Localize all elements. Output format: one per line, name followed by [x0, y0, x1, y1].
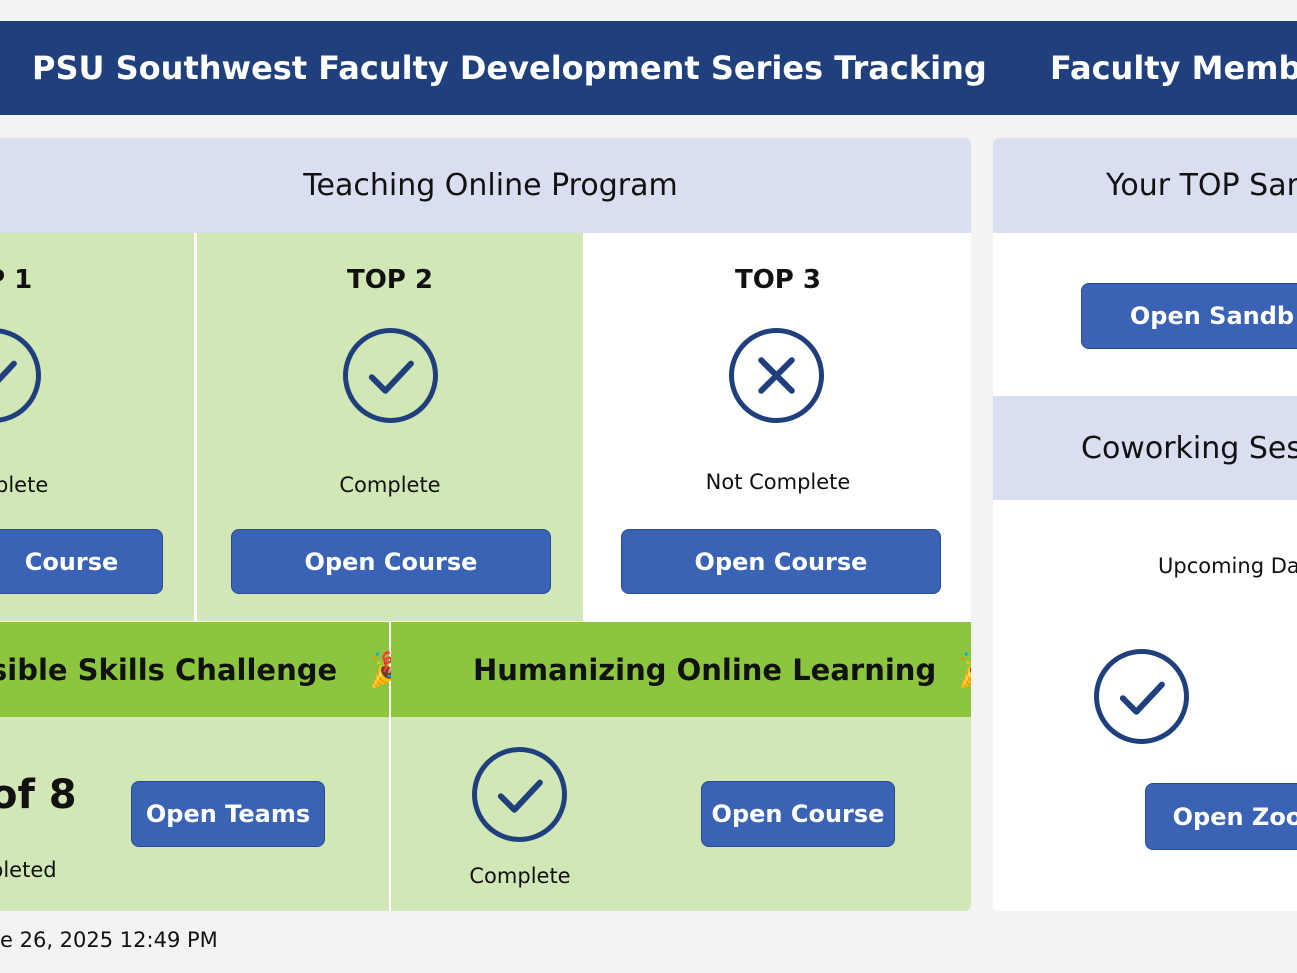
- accessible-skills-card: of 8 bleted Open Teams: [0, 717, 389, 911]
- top3-label: TOP 3: [734, 265, 822, 295]
- humanizing-open-course-button[interactable]: Open Course: [701, 781, 895, 847]
- top3-card: TOP 3 Not Complete Open Course: [585, 233, 971, 621]
- check-circle-icon: [472, 747, 567, 842]
- party-popper-icon: 🎉: [958, 650, 971, 690]
- humanizing-heading: Humanizing Online Learning 🎉: [391, 622, 971, 717]
- sandbox-heading: Your TOP San: [993, 138, 1297, 233]
- challenge-count: of 8: [0, 772, 77, 818]
- check-circle-icon: [0, 328, 41, 423]
- top-program-heading: Teaching Online Program: [0, 138, 971, 233]
- top2-status: Complete: [339, 473, 441, 497]
- last-updated-timestamp: e 26, 2025 12:49 PM: [0, 928, 218, 952]
- top2-label: TOP 2: [346, 265, 434, 295]
- header-bar: PSU Southwest Faculty Development Series…: [0, 21, 1297, 115]
- coworking-heading: Coworking Sess: [993, 396, 1297, 500]
- check-circle-icon: [343, 328, 438, 423]
- faculty-member-title: Faculty Membe: [1050, 49, 1297, 87]
- top1-label: P 1: [0, 265, 33, 295]
- open-sandbox-button[interactable]: Open Sandb: [1081, 283, 1297, 349]
- open-teams-button[interactable]: Open Teams: [131, 781, 325, 847]
- top3-status: Not Complete: [705, 470, 851, 494]
- accessible-skills-title: sible Skills Challenge: [0, 652, 338, 687]
- top1-card: P 1 plete Course: [0, 233, 194, 621]
- top1-open-course-button[interactable]: Course: [0, 529, 163, 594]
- challenge-status: bleted: [0, 858, 57, 882]
- humanizing-card: Complete Open Course: [391, 717, 971, 911]
- humanizing-status: Complete: [469, 864, 571, 888]
- top2-open-course-button[interactable]: Open Course: [231, 529, 551, 594]
- main-panel: Teaching Online Program P 1 plete Course…: [0, 138, 971, 911]
- top1-status: plete: [0, 473, 49, 497]
- upcoming-date-label: Upcoming Da: [1158, 554, 1297, 578]
- right-panel: Your TOP San Open Sandb Coworking Sess U…: [993, 138, 1297, 911]
- check-circle-icon: [1094, 649, 1189, 744]
- top3-open-course-button[interactable]: Open Course: [621, 529, 941, 594]
- accessible-skills-heading: sible Skills Challenge 🎉: [0, 622, 411, 717]
- page-title: PSU Southwest Faculty Development Series…: [32, 49, 987, 87]
- x-circle-icon: [729, 328, 824, 423]
- open-zoom-button[interactable]: Open Zoon: [1145, 783, 1297, 850]
- humanizing-title: Humanizing Online Learning: [473, 652, 937, 687]
- top2-card: TOP 2 Complete Open Course: [197, 233, 583, 621]
